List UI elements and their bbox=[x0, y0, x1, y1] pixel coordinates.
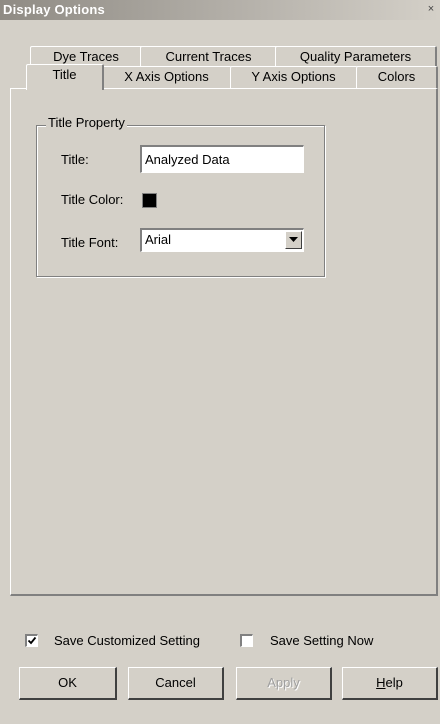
tab-quality-parameters[interactable]: Quality Parameters bbox=[275, 46, 437, 68]
title-label: Title: bbox=[61, 152, 89, 167]
check-icon bbox=[27, 636, 37, 645]
cancel-button[interactable]: Cancel bbox=[128, 667, 224, 700]
save-customized-label: Save Customized Setting bbox=[54, 633, 200, 648]
title-color-swatch[interactable] bbox=[142, 193, 157, 208]
save-now-label: Save Setting Now bbox=[270, 633, 374, 648]
tab-current-traces[interactable]: Current Traces bbox=[140, 46, 278, 68]
window-title: Display Options bbox=[3, 2, 105, 17]
dropdown-button[interactable] bbox=[285, 231, 302, 249]
tab-colors[interactable]: Colors bbox=[356, 66, 438, 88]
save-now-checkbox[interactable] bbox=[240, 634, 253, 647]
title-font-value: Arial bbox=[145, 232, 172, 247]
title-font-select[interactable]: Arial bbox=[140, 228, 304, 252]
ok-button[interactable]: OK bbox=[19, 667, 117, 700]
tab-x-axis-options[interactable]: X Axis Options bbox=[102, 66, 232, 88]
help-label-rest: elp bbox=[385, 675, 403, 690]
group-legend: Title Property bbox=[46, 115, 127, 130]
help-mnemonic: H bbox=[376, 675, 386, 690]
save-customized-checkbox[interactable] bbox=[25, 634, 38, 647]
apply-button[interactable]: Apply bbox=[236, 667, 332, 700]
tab-y-axis-options[interactable]: Y Axis Options bbox=[230, 66, 358, 88]
title-font-label: Title Font: bbox=[61, 235, 119, 250]
title-input[interactable] bbox=[140, 145, 304, 173]
title-bar: Display Options × bbox=[0, 0, 440, 20]
close-icon[interactable]: × bbox=[424, 2, 438, 16]
title-color-label: Title Color: bbox=[61, 192, 124, 207]
tab-title[interactable]: Title bbox=[26, 64, 104, 90]
help-button[interactable]: Help bbox=[342, 667, 438, 700]
chevron-down-icon bbox=[289, 237, 298, 242]
